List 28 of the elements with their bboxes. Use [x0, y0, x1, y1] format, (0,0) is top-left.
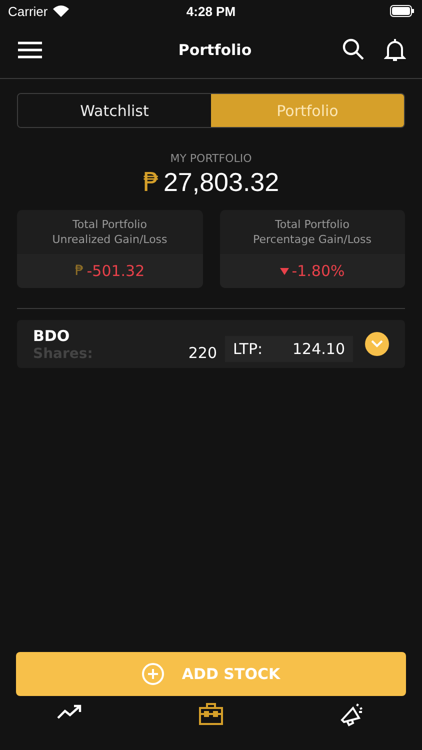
- bell-icon[interactable]: [384, 38, 406, 62]
- megaphone-icon: [338, 702, 365, 728]
- ltp-value: 124.10: [292, 340, 345, 358]
- wifi-icon: [52, 5, 69, 17]
- peso-sign: ₱: [74, 263, 84, 279]
- clock: 4:28 PM: [186, 4, 236, 18]
- card-title: Total Portfolio: [275, 217, 350, 232]
- plus-circle-icon: [142, 663, 164, 685]
- carrier-label: Carrier: [8, 4, 48, 18]
- card-subtitle: Unrealized Gain/Loss: [52, 232, 168, 247]
- search-icon[interactable]: [342, 38, 364, 62]
- chevron-icon[interactable]: [365, 332, 389, 356]
- page-title: Portfolio: [178, 41, 252, 59]
- portfolio-label: MY PORTFOLIO: [170, 152, 252, 165]
- ltp-label: LTP:: [233, 340, 263, 358]
- portfolio-value: 27,803.32: [163, 167, 280, 198]
- menu-icon[interactable]: [18, 41, 42, 59]
- card-value: -1.80%: [292, 262, 345, 280]
- briefcase-icon: [198, 702, 224, 726]
- nav-tab[interactable]: [198, 702, 224, 726]
- stock-symbol: BDO: [33, 326, 71, 344]
- battery-icon: [390, 5, 414, 17]
- peso-sign: ₱: [142, 168, 160, 198]
- shares-count: 220: [188, 344, 217, 362]
- card-title: Total Portfolio: [72, 217, 147, 232]
- card-subtitle: Percentage Gain/Loss: [252, 232, 372, 247]
- card-value: -501.32: [86, 262, 145, 280]
- nav-tab[interactable]: [338, 702, 365, 728]
